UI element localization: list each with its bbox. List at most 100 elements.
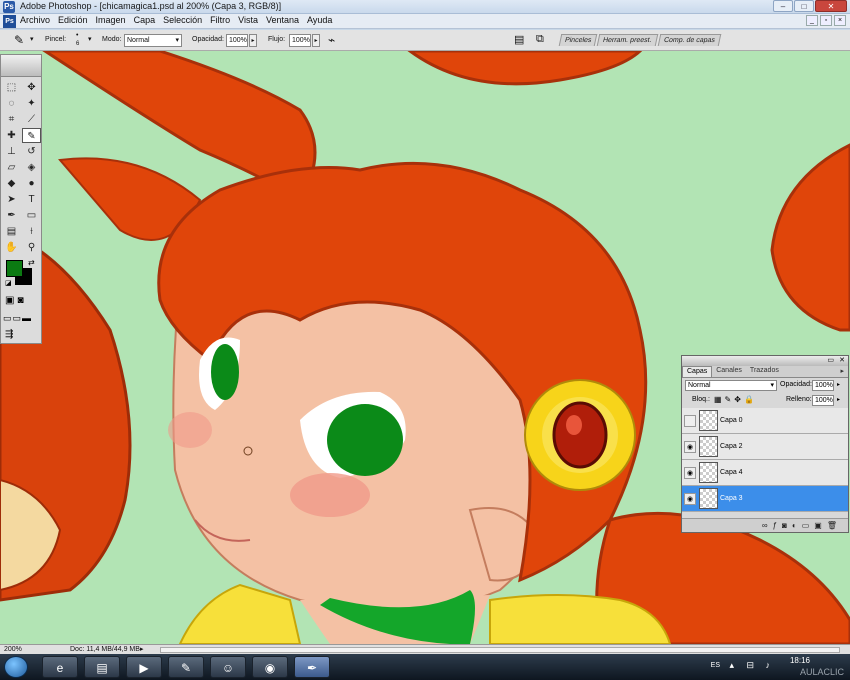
lasso-tool-icon[interactable]: ◌ xyxy=(2,96,21,111)
mode-select[interactable]: Normal ▾ xyxy=(124,34,182,47)
well-tab-herramientas[interactable]: Herram. preest. xyxy=(597,34,659,46)
brush-tool-icon[interactable]: ✎ xyxy=(14,33,24,47)
crop-tool-icon[interactable]: ⌗ xyxy=(2,112,21,127)
paint-app-icon[interactable]: ✎ xyxy=(168,656,204,678)
eye-icon[interactable]: ◉ xyxy=(684,467,696,479)
well-tab-pinceles[interactable]: Pinceles xyxy=(558,34,598,46)
foreground-color-swatch[interactable] xyxy=(6,260,23,277)
lock-icons[interactable]: ▦✎✥🔒 xyxy=(714,395,757,404)
layers-palette-titlebar[interactable]: ▭ ✕ xyxy=(682,356,848,366)
well-tab-comp-capas[interactable]: Comp. de capas xyxy=(657,34,722,46)
bridge-icon[interactable]: ⧉ xyxy=(536,33,544,46)
link-layers-icon[interactable]: ∞ xyxy=(762,521,773,530)
healing-brush-tool-icon[interactable]: ✚ xyxy=(2,128,21,143)
pen-tool-icon[interactable]: ✒ xyxy=(2,208,21,223)
doc-close-button[interactable]: × xyxy=(834,15,846,26)
menu-ayuda[interactable]: Ayuda xyxy=(307,15,332,25)
internet-explorer-icon[interactable]: e xyxy=(42,656,78,678)
fill-field[interactable]: 100% xyxy=(812,395,834,406)
network-icon[interactable]: ⊟ xyxy=(746,660,754,671)
start-button[interactable] xyxy=(4,656,28,678)
menu-filtro[interactable]: Filtro xyxy=(210,15,230,25)
tab-capas[interactable]: Capas xyxy=(682,366,713,377)
layer-style-icon[interactable]: ƒ xyxy=(773,521,782,530)
adjustment-layer-icon[interactable]: ◐ xyxy=(792,521,802,530)
path-selection-tool-icon[interactable]: ➤ xyxy=(2,192,21,207)
opacity-slider-arrow-icon[interactable]: ▸ xyxy=(249,34,257,47)
menu-capa[interactable]: Capa xyxy=(134,15,156,25)
status-menu-arrow-icon[interactable]: ▸ xyxy=(140,645,144,653)
notes-tool-icon[interactable]: ▤ xyxy=(2,224,21,239)
doc-restore-button[interactable]: ▫ xyxy=(820,15,832,26)
doc-minimize-button[interactable]: _ xyxy=(806,15,818,26)
fill-arrow-icon[interactable]: ▸ xyxy=(837,396,840,403)
marquee-tool-icon[interactable]: ⬚ xyxy=(2,80,21,95)
horizontal-scrollbar[interactable] xyxy=(160,647,840,653)
show-hidden-icons-icon[interactable]: ▴ xyxy=(729,660,734,671)
menu-vista[interactable]: Vista xyxy=(238,15,258,25)
palette-close-icon[interactable]: ✕ xyxy=(839,356,845,364)
screen-mode-full-icon[interactable]: ▬ xyxy=(22,313,31,324)
media-player-icon[interactable]: ▶ xyxy=(126,656,162,678)
move-tool-icon[interactable]: ✥ xyxy=(22,80,41,95)
clone-stamp-tool-icon[interactable]: ⊥ xyxy=(2,144,21,159)
quick-mask-icon[interactable]: ◙ xyxy=(17,295,23,306)
language-indicator[interactable]: ES xyxy=(711,662,720,669)
opacity-arrow-icon[interactable]: ▸ xyxy=(837,381,840,388)
menu-edicion[interactable]: Edición xyxy=(58,15,88,25)
layer-row[interactable]: ◉ Capa 2 xyxy=(682,434,848,460)
visibility-toggle[interactable] xyxy=(684,415,696,427)
palette-well-icon[interactable]: ▤ xyxy=(514,33,524,46)
clock-time[interactable]: 18:16 xyxy=(790,656,810,665)
delete-layer-icon[interactable]: 🗑 xyxy=(827,521,842,530)
new-group-icon[interactable]: ▭ xyxy=(802,521,815,530)
shape-tool-icon[interactable]: ▭ xyxy=(22,208,41,223)
document-canvas[interactable] xyxy=(0,51,850,644)
magic-wand-tool-icon[interactable]: ✦ xyxy=(22,96,41,111)
messenger-icon[interactable]: ☺ xyxy=(210,656,246,678)
file-explorer-icon[interactable]: ▤ xyxy=(84,656,120,678)
palette-menu-icon[interactable]: ▸ xyxy=(836,366,848,377)
brush-picker-chevron-icon[interactable]: ▾ xyxy=(88,35,92,43)
blur-tool-icon[interactable]: ◆ xyxy=(2,176,21,191)
screen-mode-standard-icon[interactable]: ▭ xyxy=(3,313,12,324)
eraser-tool-icon[interactable]: ▱ xyxy=(2,160,21,175)
tab-canales[interactable]: Canales xyxy=(712,366,746,377)
standard-mode-icon[interactable]: ▣ xyxy=(5,295,14,306)
tab-trazados[interactable]: Trazados xyxy=(746,366,783,377)
eye-icon[interactable]: ◉ xyxy=(684,493,696,505)
layer-row[interactable]: ◉ Capa 4 xyxy=(682,460,848,486)
brush-preview-icon[interactable]: • xyxy=(76,32,78,39)
opacity-field[interactable]: 100% xyxy=(226,34,248,47)
volume-icon[interactable]: ♪ xyxy=(766,660,771,670)
tool-preset-chevron-icon[interactable]: ▾ xyxy=(30,35,34,43)
zoom-level[interactable]: 200% xyxy=(4,646,22,653)
paint-bucket-tool-icon[interactable]: ◈ xyxy=(22,160,41,175)
dodge-tool-icon[interactable]: ● xyxy=(22,176,41,191)
photoshop-menu-icon[interactable]: Ps xyxy=(3,15,16,28)
eyedropper-tool-icon[interactable]: ⟊ xyxy=(22,224,41,239)
menu-archivo[interactable]: Archivo xyxy=(20,15,50,25)
layer-opacity-field[interactable]: 100% xyxy=(812,380,834,391)
slice-tool-icon[interactable]: ⟋ xyxy=(22,112,41,127)
brush-tool-icon[interactable]: ✎ xyxy=(22,128,41,143)
photoshop-taskbar-icon[interactable]: ✒ xyxy=(294,656,330,678)
maximize-button[interactable]: □ xyxy=(794,0,814,12)
hand-tool-icon[interactable]: ✋ xyxy=(2,240,21,255)
menu-seleccion[interactable]: Selección xyxy=(163,15,202,25)
zoom-tool-icon[interactable]: ⚲ xyxy=(22,240,41,255)
minimize-button[interactable]: – xyxy=(773,0,793,12)
jump-to-imageready-icon[interactable]: ⇶ xyxy=(5,329,13,340)
palette-minimize-icon[interactable]: ▭ xyxy=(827,356,834,364)
menu-imagen[interactable]: Imagen xyxy=(96,15,126,25)
default-colors-icon[interactable]: ◪ xyxy=(5,279,12,287)
new-layer-icon[interactable]: ▣ xyxy=(814,521,827,530)
menu-ventana[interactable]: Ventana xyxy=(266,15,299,25)
eye-icon[interactable]: ◉ xyxy=(684,441,696,453)
screen-mode-full-menu-icon[interactable]: ▭ xyxy=(13,313,22,324)
flow-slider-arrow-icon[interactable]: ▸ xyxy=(312,34,320,47)
add-mask-icon[interactable]: ◙ xyxy=(782,521,792,530)
layer-row-selected[interactable]: ◉ Capa 3 xyxy=(682,486,848,512)
swap-colors-icon[interactable]: ⇄ xyxy=(28,258,35,267)
layer-row[interactable]: Capa 0 xyxy=(682,408,848,434)
